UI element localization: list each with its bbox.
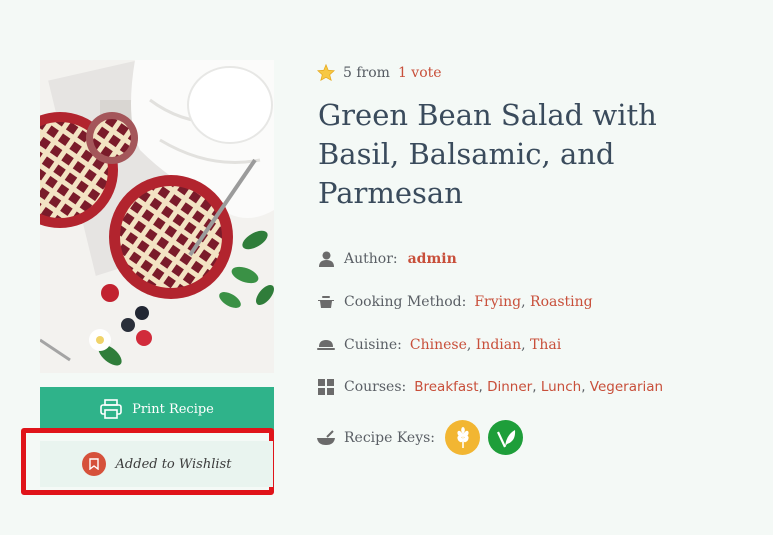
author-link[interactable]: admin	[408, 251, 457, 267]
dish-icon	[317, 336, 335, 354]
course-breakfast-link[interactable]: Breakfast	[414, 379, 478, 395]
star-icon	[317, 64, 335, 81]
grid-icon	[317, 378, 335, 396]
cooking-method-frying-link[interactable]: Frying	[474, 294, 521, 310]
separator: ,	[521, 294, 531, 310]
rating: 5 from 1 vote	[317, 64, 442, 81]
recipe-keys-label: Recipe Keys:	[344, 429, 436, 446]
separator: ,	[478, 379, 488, 395]
cooking-method-label: Cooking Method:	[344, 294, 467, 310]
course-dinner-link[interactable]: Dinner	[487, 379, 532, 395]
cuisine-indian-link[interactable]: Indian	[476, 337, 521, 353]
courses-row: Courses: Breakfast, Dinner, Lunch, Veger…	[317, 378, 663, 396]
separator: ,	[466, 337, 476, 353]
printer-icon	[100, 399, 122, 419]
course-lunch-link[interactable]: Lunch	[541, 379, 581, 395]
vote-count-link[interactable]: 1 vote	[398, 65, 442, 81]
separator: ,	[532, 379, 541, 395]
courses-label: Courses:	[344, 379, 407, 395]
separator: ,	[521, 337, 531, 353]
wheat-icon[interactable]	[445, 420, 481, 455]
user-icon	[317, 250, 335, 268]
cooking-method-roasting-link[interactable]: Roasting	[530, 294, 593, 310]
wishlist-label: Added to Wishlist	[115, 456, 232, 472]
recipe-keys-row: Recipe Keys:	[317, 420, 531, 455]
print-recipe-label: Print Recipe	[132, 401, 214, 417]
rating-score: 5 from	[343, 64, 390, 81]
author-row: Author: admin	[317, 250, 457, 268]
pot-icon	[317, 293, 335, 311]
wishlist-button[interactable]: Added to Wishlist	[40, 441, 273, 487]
cooking-method-row: Cooking Method: Frying, Roasting	[317, 293, 593, 311]
author-label: Author:	[344, 251, 398, 267]
course-vegerarian-link[interactable]: Vegerarian	[590, 379, 663, 395]
mixing-bowl-icon	[317, 429, 335, 447]
cuisine-row: Cuisine: Chinese, Indian, Thai	[317, 336, 561, 354]
recipe-title: Green Bean Salad with Basil, Balsamic, a…	[318, 98, 657, 210]
cuisine-chinese-link[interactable]: Chinese	[410, 337, 467, 353]
print-recipe-button[interactable]: Print Recipe	[40, 387, 274, 431]
vegan-leaf-icon[interactable]	[488, 420, 524, 455]
separator: ,	[581, 379, 590, 395]
cuisine-thai-link[interactable]: Thai	[530, 337, 561, 353]
cuisine-label: Cuisine:	[344, 337, 402, 353]
recipe-photo	[40, 60, 274, 373]
bookmark-icon	[81, 452, 106, 476]
